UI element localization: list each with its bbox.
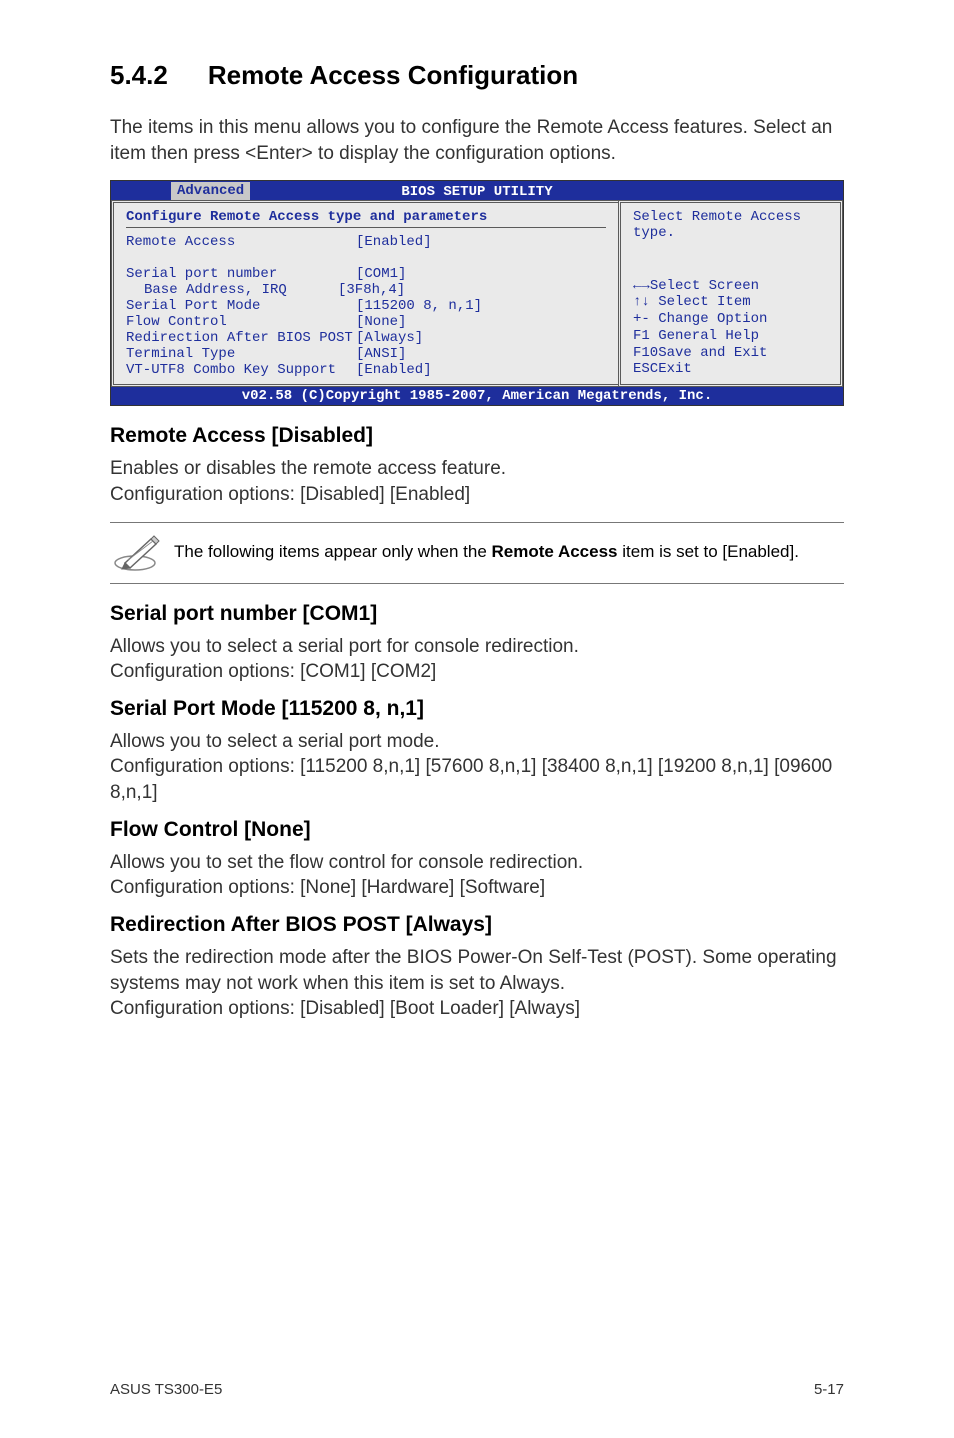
note-text: The following items appear only when the… xyxy=(166,541,799,564)
section-number: 5.4.2 xyxy=(110,60,168,91)
bios-nav-help: ←→Select Screen ↑↓ Select Item +- Change… xyxy=(633,278,828,379)
bios-title: BIOS SETUP UTILITY xyxy=(401,184,552,200)
intro-paragraph: The items in this menu allows you to con… xyxy=(110,115,844,166)
section-heading: 5.4.2 Remote Access Configuration xyxy=(110,60,844,91)
subsection-body: Allows you to set the flow control for c… xyxy=(110,850,844,901)
subsection-body: Enables or disables the remote access fe… xyxy=(110,456,844,507)
bios-setup-panel: BIOS SETUP UTILITY Advanced Configure Re… xyxy=(110,180,844,406)
bios-setting-row[interactable]: Serial Port Mode[115200 8, n,1] xyxy=(126,298,606,314)
bios-setting-row[interactable]: VT-UTF8 Combo Key Support[Enabled] xyxy=(126,362,606,378)
page-footer: ASUS TS300-E5 5-17 xyxy=(110,1357,844,1398)
subsection-redirection-after-bios-post: Redirection After BIOS POST [Always] xyxy=(110,913,844,937)
subsection-remote-access: Remote Access [Disabled] xyxy=(110,424,844,448)
remote-access-value[interactable]: [Enabled] xyxy=(356,234,432,250)
subsection-flow-control: Flow Control [None] xyxy=(110,818,844,842)
bios-setting-row[interactable]: Flow Control[None] xyxy=(126,314,606,330)
bios-setting-row[interactable]: Terminal Type[ANSI] xyxy=(126,346,606,362)
subsection-serial-port-number: Serial port number [COM1] xyxy=(110,602,844,626)
bios-setting-value[interactable]: [ANSI] xyxy=(356,346,406,362)
footer-page-number: 5-17 xyxy=(814,1381,844,1398)
bios-setting-value[interactable]: [115200 8, n,1] xyxy=(356,298,482,314)
bios-setting-value[interactable]: [Enabled] xyxy=(356,362,432,378)
bios-setting-value[interactable]: [COM1] xyxy=(356,266,406,282)
remote-access-label[interactable]: Remote Access xyxy=(126,234,356,250)
note-block: The following items appear only when the… xyxy=(110,522,844,584)
subsection-body: Sets the redirection mode after the BIOS… xyxy=(110,945,844,1022)
subsection-serial-port-mode: Serial Port Mode [115200 8, n,1] xyxy=(110,697,844,721)
bios-setting-label: Terminal Type xyxy=(126,346,356,362)
bios-setting-label: VT-UTF8 Combo Key Support xyxy=(126,362,356,378)
subsection-body: Allows you to select a serial port for c… xyxy=(110,634,844,685)
bios-setting-label: Base Address, IRQ xyxy=(126,282,338,298)
bios-setting-row[interactable]: Serial port number[COM1] xyxy=(126,266,606,282)
bios-setting-label: Serial port number xyxy=(126,266,356,282)
arrows-ud-icon: ↑↓ xyxy=(633,294,650,310)
bios-left-pane: Configure Remote Access type and paramet… xyxy=(111,200,618,387)
bios-config-heading: Configure Remote Access type and paramet… xyxy=(126,209,487,225)
bios-setting-value[interactable]: [None] xyxy=(356,314,406,330)
bios-setting-value[interactable]: [3F8h,4] xyxy=(338,282,405,298)
bios-help-text: Select Remote Access type. xyxy=(633,209,828,241)
bios-setting-label: Flow Control xyxy=(126,314,356,330)
bios-footer: v02.58 (C)Copyright 1985-2007, American … xyxy=(111,387,843,405)
bios-setting-value[interactable]: [Always] xyxy=(356,330,423,346)
bios-setting-label: Serial Port Mode xyxy=(126,298,356,314)
pencil-note-icon xyxy=(110,533,166,573)
bios-tab-advanced[interactable]: Advanced xyxy=(171,182,250,200)
bios-setting-label: Redirection After BIOS POST xyxy=(126,330,356,346)
bios-header: BIOS SETUP UTILITY Advanced xyxy=(111,181,843,200)
subsection-body: Allows you to select a serial port mode.… xyxy=(110,729,844,806)
bios-setting-row[interactable]: Base Address, IRQ[3F8h,4] xyxy=(126,282,606,298)
bios-right-pane: Select Remote Access type. ←→Select Scre… xyxy=(618,200,843,387)
section-title: Remote Access Configuration xyxy=(208,60,578,90)
arrows-lr-icon: ←→ xyxy=(633,278,650,294)
footer-left: ASUS TS300-E5 xyxy=(110,1381,222,1398)
bios-setting-row[interactable]: Redirection After BIOS POST[Always] xyxy=(126,330,606,346)
